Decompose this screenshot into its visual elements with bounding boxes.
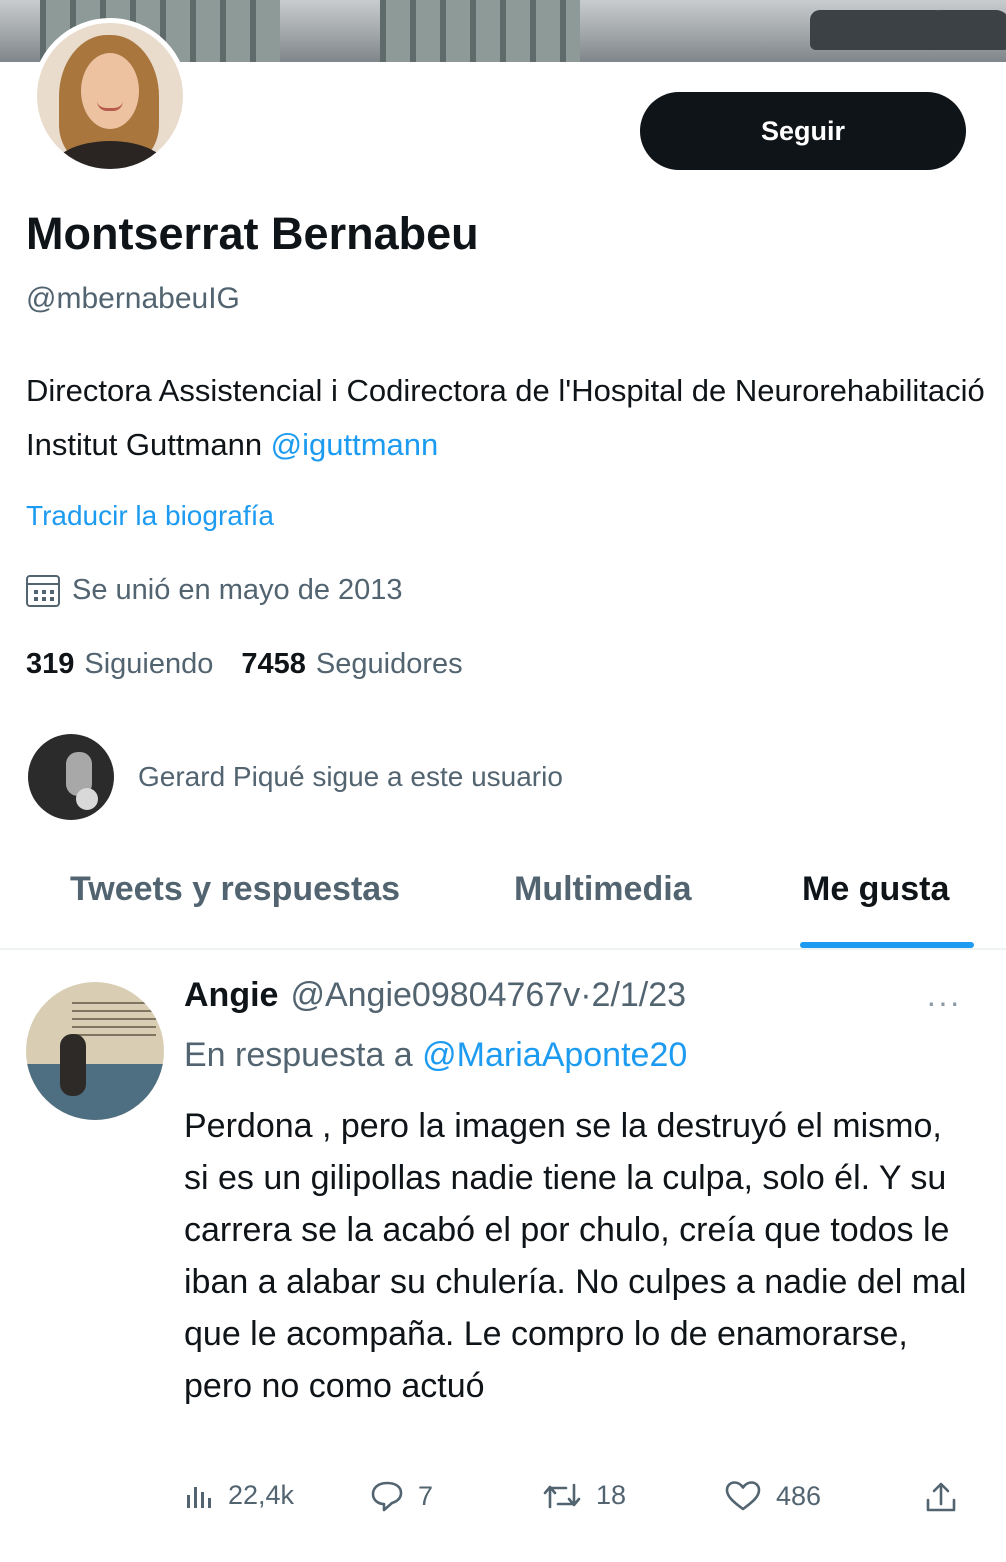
display-name: Montserrat Bernabeu — [26, 208, 479, 259]
banner-car — [810, 10, 950, 50]
banner-building — [380, 0, 580, 62]
views-icon — [187, 1486, 211, 1508]
tweet-text: Perdona , pero la imagen se la destruyó … — [184, 1107, 967, 1405]
tweet-author-handle[interactable]: @Angie09804767v — [290, 976, 580, 1015]
likes-count: 486 — [776, 1480, 822, 1511]
join-date-text: Se unió en mayo de 2013 — [72, 574, 403, 606]
join-date: Se unió en mayo de 2013 — [26, 574, 403, 607]
tabs-divider — [0, 948, 1006, 950]
followers-link[interactable]: 7458 Seguidores — [241, 648, 462, 681]
following-count: 319 — [26, 648, 75, 680]
share-button[interactable] — [924, 1480, 972, 1514]
followers-label: Seguidores — [315, 648, 463, 680]
profile-page: Seguir Montserrat Bernabeu @mbernabeuIG … — [0, 0, 1006, 1562]
tab-likes[interactable]: Me gusta — [802, 870, 949, 909]
profile-tabs: Tweets y respuestas Multimedia Me gusta — [0, 850, 1006, 950]
bio-mention-link[interactable]: @iguttmann — [271, 427, 439, 462]
follow-stats: 319 Siguiendo 7458 Seguidores — [26, 648, 491, 681]
tweet-author-avatar[interactable] — [26, 982, 164, 1120]
tweet-header: Angie @Angie09804767v · 2/1/23 — [184, 976, 686, 1015]
tweet-actions: 22,4k 7 18 486 — [184, 1480, 974, 1524]
retweet-button[interactable]: 18 — [542, 1480, 626, 1511]
like-icon — [725, 1481, 761, 1511]
followed-by-text: Gerard Piqué sigue a este usuario — [138, 761, 563, 792]
followers-count: 7458 — [241, 648, 306, 680]
tweet-date[interactable]: 2/1/23 — [592, 976, 687, 1015]
reply-icon — [371, 1481, 403, 1512]
profile-avatar[interactable] — [32, 18, 188, 174]
bio-text: Directora Assistencial i Codirectora de … — [26, 373, 985, 462]
tweet-author-name[interactable]: Angie — [184, 976, 278, 1015]
reply-button[interactable]: 7 — [370, 1480, 433, 1512]
follow-button[interactable]: Seguir — [640, 92, 966, 170]
views-button[interactable]: 22,4k — [184, 1480, 294, 1511]
reply-context: En respuesta a @MariaAponte20 — [184, 1036, 687, 1075]
translate-bio-link[interactable]: Traducir la biografía — [26, 500, 274, 532]
reply-prefix: En respuesta a — [184, 1036, 423, 1074]
share-icon — [926, 1482, 956, 1512]
retweets-count: 18 — [596, 1480, 627, 1510]
replies-count: 7 — [418, 1480, 434, 1511]
reply-mention-link[interactable]: @MariaAponte20 — [422, 1036, 687, 1074]
views-count: 22,4k — [228, 1480, 295, 1510]
calendar-icon — [26, 574, 60, 607]
follower-avatar[interactable] — [28, 734, 114, 820]
tab-tweets-replies[interactable]: Tweets y respuestas — [70, 870, 400, 909]
like-button[interactable]: 486 — [724, 1480, 821, 1512]
user-handle: @mbernabeuIG — [26, 282, 240, 315]
following-link[interactable]: 319 Siguiendo — [26, 648, 213, 681]
banner-car — [930, 10, 1006, 50]
profile-bio: Directora Assistencial i Codirectora de … — [26, 364, 986, 472]
tab-media[interactable]: Multimedia — [514, 870, 692, 909]
more-icon[interactable]: ··· — [926, 984, 961, 1021]
followed-by-row[interactable]: Gerard Piqué sigue a este usuario — [28, 734, 563, 820]
retweet-icon — [543, 1483, 581, 1508]
tweet-separator: · — [580, 976, 592, 1014]
following-label: Siguiendo — [84, 648, 214, 680]
